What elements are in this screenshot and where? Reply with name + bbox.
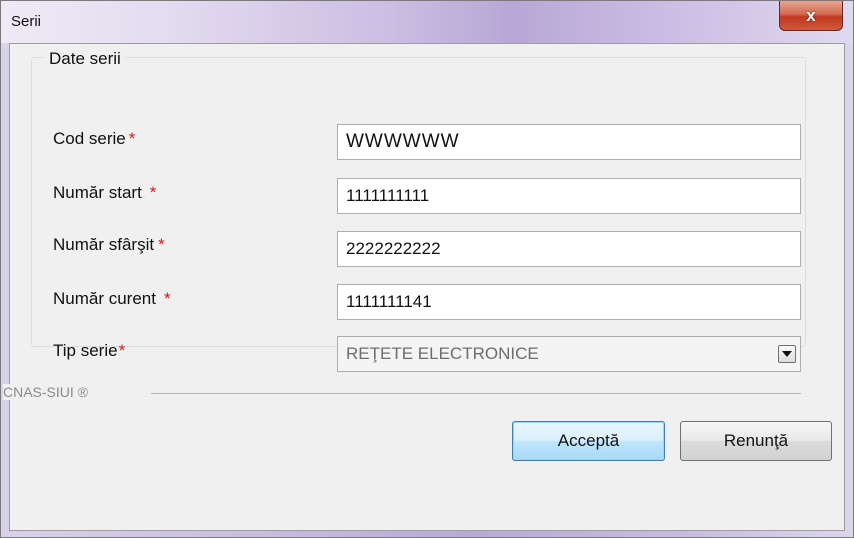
label-text: Cod serie [53, 129, 126, 148]
accept-button[interactable]: Acceptă [512, 421, 665, 461]
close-button[interactable]: x [779, 1, 843, 31]
footer-brand: CNAS-SIUI ® [3, 384, 94, 400]
numar-curent-input[interactable]: 1111111141 [337, 284, 801, 320]
accept-button-label: Acceptă [557, 431, 620, 450]
tip-serie-select[interactable]: REŢETE ELECTRONICE [337, 336, 801, 372]
label-numar-sfarsit: Număr sfârşit * [53, 235, 165, 255]
dialog-window: Serii x Date serii Cod serie * WWWWWW Num… [0, 0, 854, 538]
label-cod-serie: Cod serie * [53, 129, 135, 149]
cod-serie-input[interactable]: WWWWWW [337, 124, 801, 160]
required-mark: * [128, 129, 136, 148]
numar-sfarsit-input[interactable]: 2222222222 [337, 231, 801, 267]
title-bar[interactable]: Serii x [1, 1, 853, 43]
chevron-down-icon[interactable] [778, 345, 796, 363]
label-text: Tip serie [53, 341, 118, 360]
required-mark: * [149, 183, 157, 202]
groupbox-title: Date serii [45, 49, 125, 69]
numar-start-input[interactable]: 1111111111 [337, 178, 801, 214]
required-mark: * [118, 341, 126, 360]
tip-serie-value: REŢETE ELECTRONICE [346, 344, 539, 363]
label-text: Număr sfârşit [53, 235, 155, 254]
cancel-button-label: Renunţă [723, 431, 789, 450]
label-numar-start: Număr start * [53, 183, 156, 203]
cancel-button[interactable]: Renunţă [680, 421, 832, 461]
label-text: Număr curent [53, 289, 156, 308]
label-tip-serie: Tip serie* [53, 341, 125, 361]
close-icon: x [806, 5, 816, 25]
window-title: Serii [11, 13, 42, 30]
label-numar-curent: Număr curent * [53, 289, 171, 309]
required-mark: * [158, 235, 165, 254]
required-mark: * [163, 289, 171, 308]
footer-divider [151, 393, 801, 394]
label-text: Număr start [53, 183, 142, 202]
